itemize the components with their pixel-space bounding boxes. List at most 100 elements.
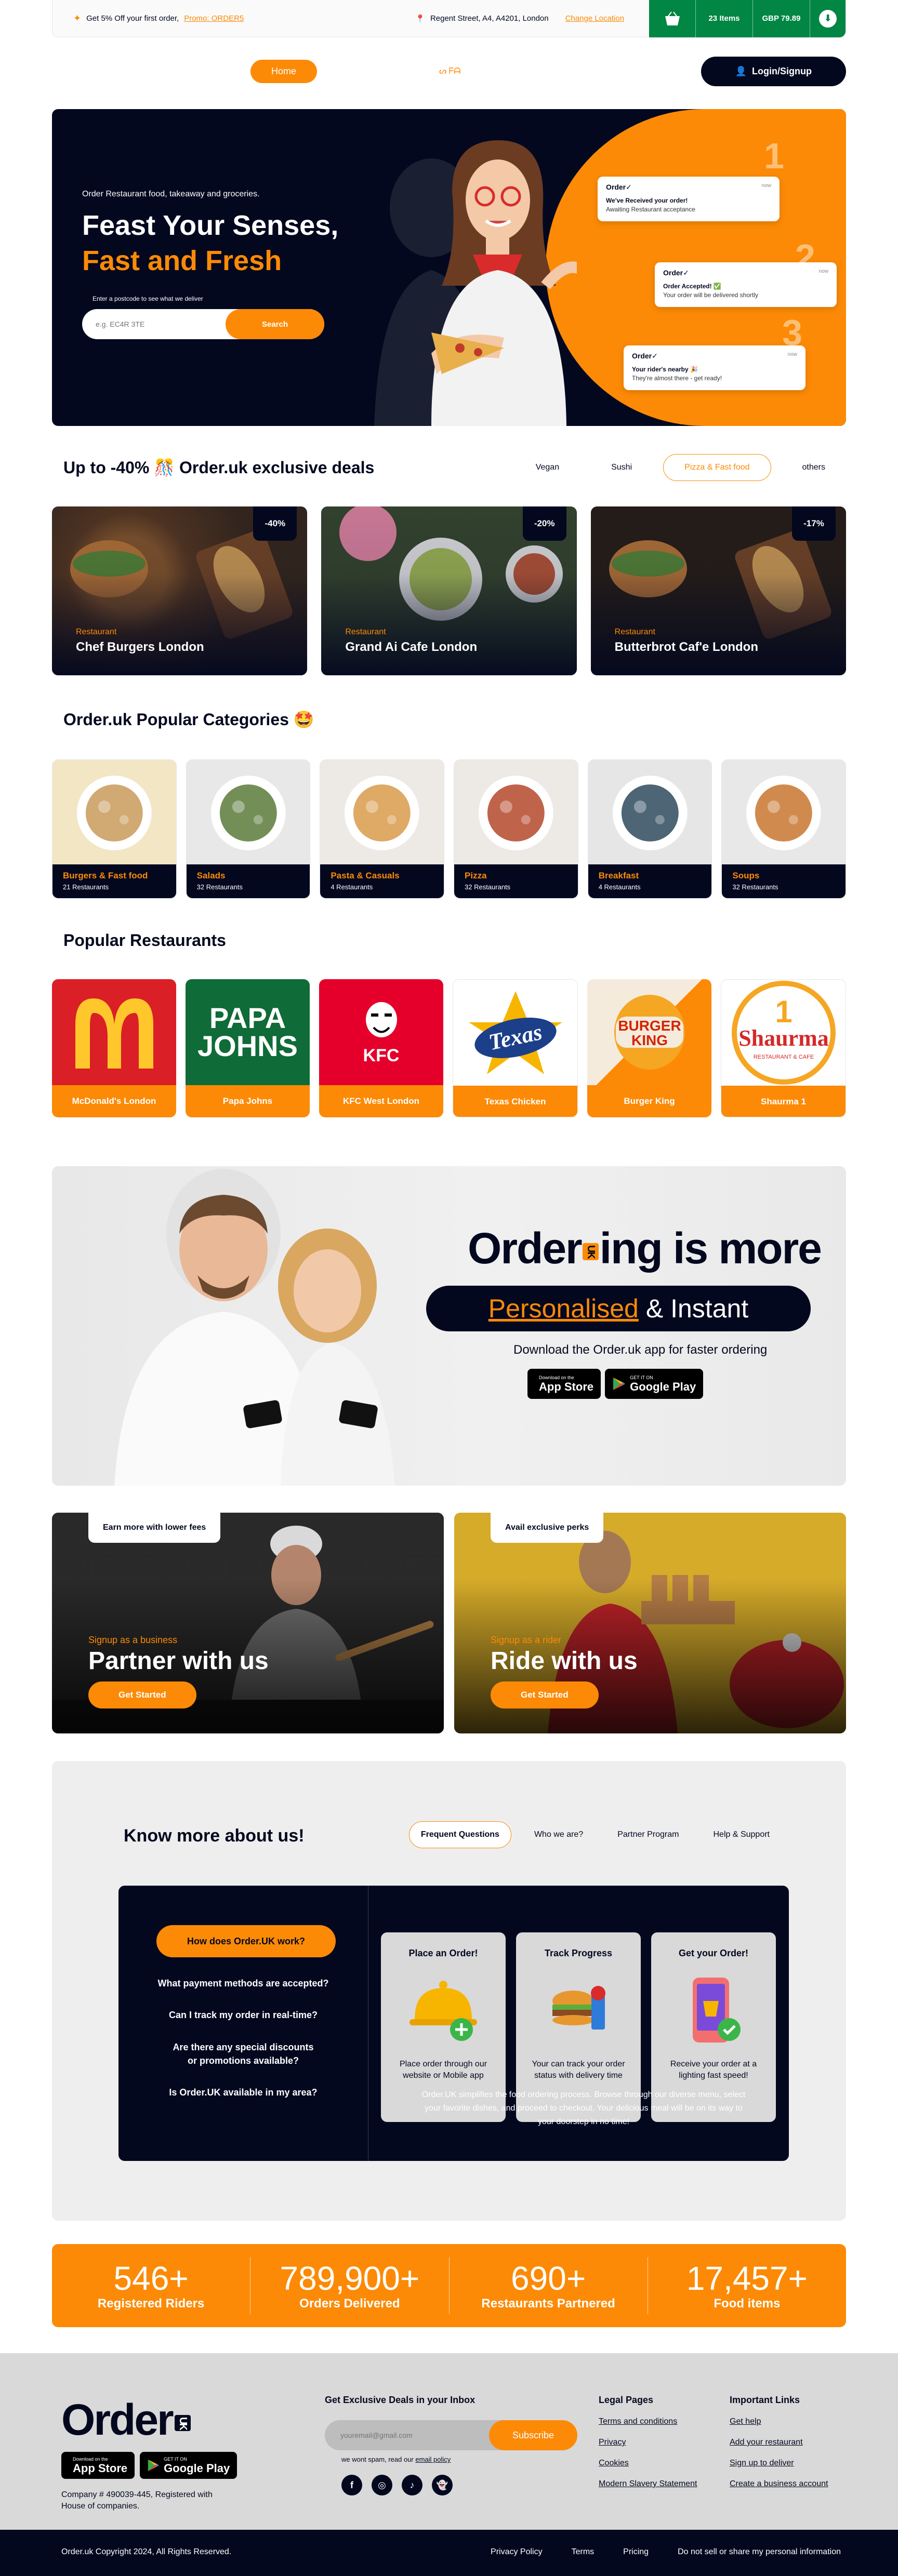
footer-app-store-button[interactable]: Download on the App Store <box>61 2452 135 2479</box>
partner-get-started-button[interactable]: Get Started <box>88 1681 196 1709</box>
restaurant-card[interactable]: Texas Texas Chicken <box>453 979 578 1117</box>
restaurant-card[interactable]: 1 Shaurma RESTAURANT & CAFE Shaurma 1 <box>721 979 846 1117</box>
category-card[interactable]: Burgers & Fast food 21 Restaurants <box>52 759 177 899</box>
link-business-account[interactable]: Create a business account <box>730 2479 828 2489</box>
restaurant-card[interactable]: McDonald's London <box>52 979 176 1117</box>
category-label: Soups 32 Restaurants <box>722 864 846 898</box>
bottom-link-terms[interactable]: Terms <box>572 2547 595 2557</box>
filter-vegan[interactable]: Vegan <box>515 455 580 481</box>
category-card[interactable]: Pasta & Casuals 4 Restaurants <box>320 759 445 899</box>
filter-sushi[interactable]: Sushi <box>590 455 653 481</box>
app-download-text: Download the Order.uk app for faster ord… <box>513 1343 768 1357</box>
login-signup-button[interactable]: 👤 Login/Signup <box>701 56 846 86</box>
link-add-restaurant[interactable]: Add your restaurant <box>730 2438 828 2447</box>
tab-who-we-are[interactable]: Who we are? <box>523 1822 595 1848</box>
bottom-link-do-not-sell[interactable]: Do not sell or share my personal informa… <box>678 2547 841 2557</box>
notification-subtitle: Awaiting Restaurant acceptance <box>606 206 695 213</box>
rider-get-started-button[interactable]: Get Started <box>491 1681 599 1709</box>
app-store-button[interactable]: Download on the App Store <box>527 1369 601 1399</box>
notification-title: Your rider's nearby 🎉 <box>632 366 698 373</box>
deals-header: Up to -40% 🎊 Order.uk exclusive deals Ve… <box>52 452 846 483</box>
filter-pizza-fast-food[interactable]: Pizza & Fast food <box>663 454 771 481</box>
snapchat-icon[interactable]: 👻 <box>432 2475 453 2495</box>
company-info: Company # 490039-445, Registered with Ho… <box>61 2490 213 2511</box>
bottom-link-pricing[interactable]: Pricing <box>623 2547 649 2557</box>
link-sign-up-deliver[interactable]: Sign up to deliver <box>730 2459 828 2468</box>
categories-header: Order.uk Popular Categories 🤩 <box>52 706 846 732</box>
hero-woman-image <box>431 140 577 426</box>
cart-summary[interactable]: 23 Items GBP 79.89 ⬇ <box>649 0 846 37</box>
link-get-help[interactable]: Get help <box>730 2417 828 2426</box>
faq-question[interactable]: Are there any special discounts or promo… <box>118 2040 368 2067</box>
facebook-icon[interactable]: f <box>341 2475 362 2495</box>
categories-list: Burgers & Fast food 21 Restaurants Salads 3… <box>52 759 847 899</box>
restaurants-list: McDonald's London PAPA JOHNS Papa Johns K… <box>52 979 846 1117</box>
change-location-link[interactable]: Change Location <box>565 14 624 23</box>
restaurant-name: Papa Johns <box>186 1085 310 1117</box>
category-card[interactable]: Soups 32 Restaurants <box>721 759 847 899</box>
faq-question[interactable]: What payment methods are accepted? <box>118 1977 368 1990</box>
partner-subtitle: Signup as a business <box>88 1635 178 1645</box>
subscribe-button[interactable]: Subscribe <box>489 2420 577 2450</box>
legal-link-slavery[interactable]: Modern Slavery Statement <box>599 2479 697 2489</box>
bottom-link-privacy-policy[interactable]: Privacy Policy <box>491 2547 543 2557</box>
restaurant-name: Texas Chicken <box>453 1086 577 1117</box>
restaurant-logo: KFC <box>319 979 443 1085</box>
category-label: Pasta & Casuals 4 Restaurants <box>320 864 444 898</box>
category-card[interactable]: Pizza 32 Restaurants <box>454 759 578 899</box>
deal-discount-badge: -17% <box>791 506 836 541</box>
rider-card: Avail exclusive perks Signup as a rider … <box>454 1513 846 1733</box>
rider-tab: Avail exclusive perks <box>491 1513 604 1543</box>
faq-question[interactable]: Can I track my order in real-time? <box>118 2008 368 2022</box>
instagram-icon[interactable]: ◎ <box>372 2475 392 2495</box>
filter-others[interactable]: others <box>782 455 846 481</box>
newsletter-email-input[interactable] <box>325 2420 481 2450</box>
faq-question-active[interactable]: How does Order.UK work? <box>156 1925 336 1957</box>
google-play-button[interactable]: GET IT ON Google Play <box>605 1369 704 1399</box>
promo-code-link[interactable]: Promo: ORDER5 <box>184 14 244 23</box>
legal-link-terms[interactable]: Terms and conditions <box>599 2417 697 2426</box>
category-card[interactable]: Breakfast 4 Restaurants <box>587 759 712 899</box>
deal-card[interactable]: -20% Restaurant Grand Ai Cafe London <box>321 506 577 675</box>
legal-link-cookies[interactable]: Cookies <box>599 2459 697 2468</box>
footer-google-play-button[interactable]: GET IT ON Google Play <box>140 2452 237 2479</box>
postcode-input[interactable] <box>82 309 228 339</box>
legal-link-privacy[interactable]: Privacy <box>599 2438 697 2447</box>
email-policy-link[interactable]: email policy <box>415 2455 451 2463</box>
deal-card[interactable]: -17% Restaurant Butterbrot Caf'e London <box>590 506 846 675</box>
restaurant-name: Burger King <box>587 1085 711 1117</box>
faq-panel: How does Order.UK work? What payment met… <box>118 1886 789 2161</box>
category-image <box>186 760 310 865</box>
step-card-title: Place an Order! <box>408 1948 478 1958</box>
category-image <box>722 760 846 865</box>
notification-brand: Order✓ <box>606 183 632 191</box>
svg-text:RESTAURANT & CAFE: RESTAURANT & CAFE <box>753 1054 813 1060</box>
restaurant-logo: BURGER KING <box>587 979 711 1085</box>
restaurant-name: Shaurma 1 <box>721 1086 846 1117</box>
cart-arrow-icon[interactable]: ⬇ <box>810 0 846 37</box>
tab-frequent-questions[interactable]: Frequent Questions <box>408 1821 511 1848</box>
nav-home[interactable]: Home <box>250 59 318 83</box>
deal-discount-badge: -40% <box>253 506 297 541</box>
hero-banner: Order Restaurant food, takeaway and groc… <box>52 109 846 426</box>
svg-text:1: 1 <box>775 994 792 1029</box>
basket-icon[interactable] <box>649 0 696 37</box>
tab-help-support[interactable]: Help & Support <box>702 1822 781 1848</box>
copyright: Order.uk Copyright 2024, All Rights Rese… <box>61 2547 232 2556</box>
nav-mid-item[interactable]: ᔕ ᖴᗩ <box>439 66 460 76</box>
search-button[interactable]: Search <box>226 309 324 339</box>
rider-subtitle: Signup as a rider <box>491 1635 562 1645</box>
tab-partner-program[interactable]: Partner Program <box>606 1822 690 1848</box>
deal-card[interactable]: -40% Restaurant Chef Burgers London <box>52 506 308 675</box>
category-card[interactable]: Salads 32 Restaurants <box>186 759 311 899</box>
restaurant-card[interactable]: PAPA JOHNS Papa Johns <box>186 979 310 1117</box>
stat-food-items: 17,457+ Food items <box>686 2260 808 2311</box>
partner-tab: Earn more with lower fees <box>88 1513 221 1543</box>
location-text: Regent Street, A4, A4201, London <box>430 14 549 23</box>
restaurant-card[interactable]: KFC KFC West London <box>319 979 443 1117</box>
tiktok-icon[interactable]: ♪ <box>402 2475 422 2495</box>
faq-question[interactable]: Is Order.UK available in my area? <box>118 2086 368 2099</box>
promo-banner: ✦ Get 5% Off your first order, Promo: OR… <box>73 13 244 24</box>
restaurant-card[interactable]: BURGER KING Burger King <box>587 979 711 1117</box>
partner-section: Earn more with lower fees Signup as a bu… <box>52 1513 846 1733</box>
